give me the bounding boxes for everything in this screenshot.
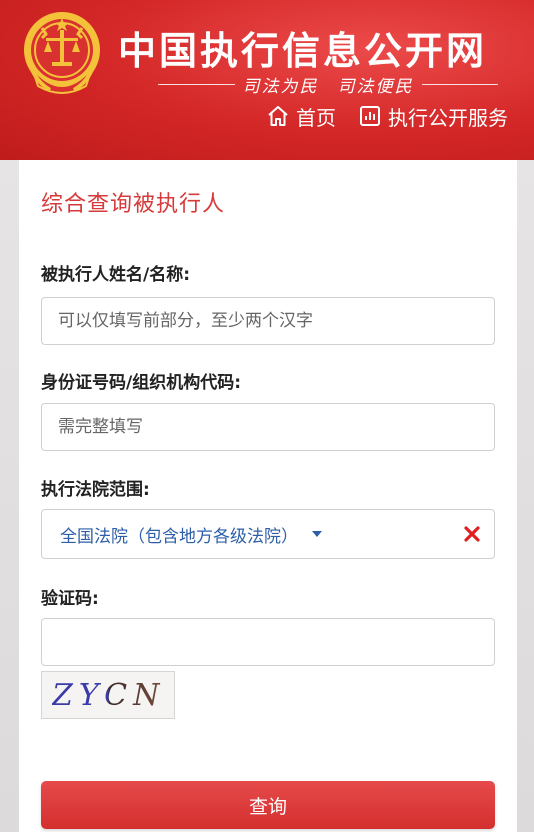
slogan-text: 司法为民 司法便民 xyxy=(242,76,414,97)
home-icon xyxy=(268,106,288,126)
id-number-label: 身份证号码/组织机构代码: xyxy=(41,373,242,393)
caret-down-icon xyxy=(312,531,322,537)
clear-icon[interactable] xyxy=(462,524,482,544)
top-nav: 首页 执行公开服务 xyxy=(266,100,508,132)
slogan-divider-right xyxy=(421,83,498,85)
search-button[interactable]: 查询 xyxy=(41,781,495,829)
nav-home-label: 首页 xyxy=(296,105,336,130)
nav-services-label: 执行公开服务 xyxy=(388,105,508,130)
captcha-label: 验证码: xyxy=(41,589,99,609)
court-scope-value: 全国法院（包含地方各级法院） xyxy=(60,526,298,547)
captcha-image-text: ZYCN xyxy=(52,677,166,713)
search-form: 综合查询被执行人 被执行人姓名/名称: 身份证号码/组织机构代码: 执行法院范围… xyxy=(19,160,517,832)
site-header: 中国执行信息公开网 司法为民 司法便民 首页 执行公开服务 xyxy=(0,0,534,160)
site-title: 中国执行信息公开网 xyxy=(118,29,488,73)
court-scope-label: 执行法院范围: xyxy=(41,480,150,500)
name-label: 被执行人姓名/名称: xyxy=(41,265,191,285)
court-scope-select[interactable]: 全国法院（包含地方各级法院） xyxy=(41,509,495,559)
slogan-divider-left xyxy=(158,83,235,85)
nav-services-link[interactable]: 执行公开服务 xyxy=(358,102,508,131)
captcha-image[interactable]: ZYCN xyxy=(41,671,175,719)
captcha-input[interactable] xyxy=(41,618,495,666)
slogan: 司法为民 司法便民 xyxy=(158,72,498,97)
court-emblem-icon xyxy=(24,12,100,94)
nav-home-link[interactable]: 首页 xyxy=(266,102,336,131)
name-input[interactable] xyxy=(41,297,495,345)
chart-icon xyxy=(360,106,380,126)
form-title: 综合查询被执行人 xyxy=(41,192,226,217)
id-number-input[interactable] xyxy=(41,403,495,451)
